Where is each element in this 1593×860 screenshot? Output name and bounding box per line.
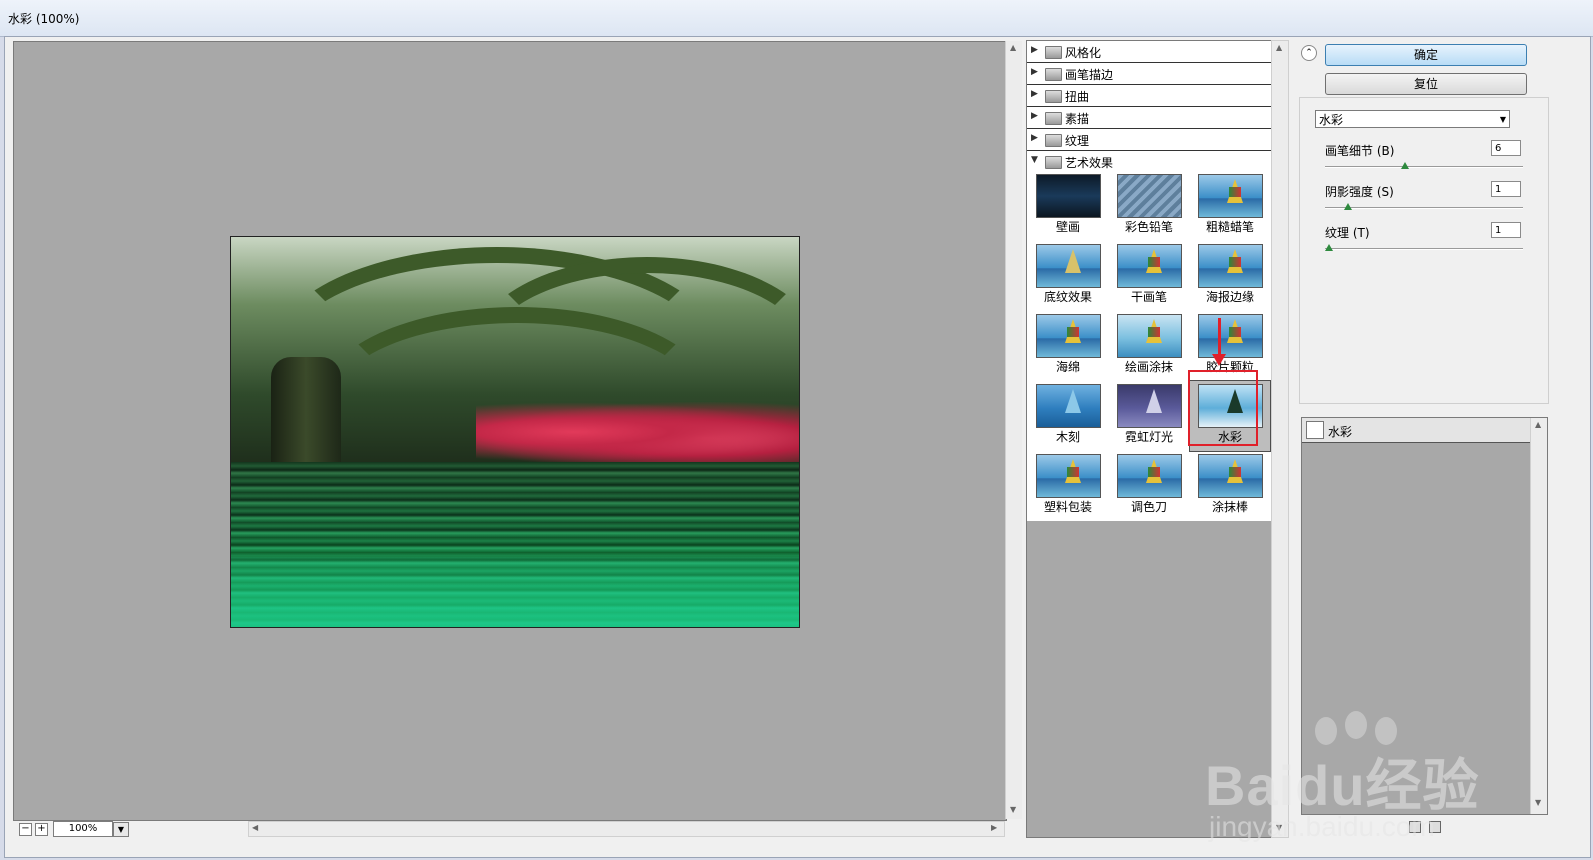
scroll-up-icon[interactable]: ▲ [1276,43,1282,52]
slider-knob[interactable] [1401,162,1409,169]
folder-icon [1045,112,1062,125]
visibility-icon[interactable] [1306,421,1324,439]
filter-neon-glow[interactable]: 霓虹灯光 [1109,381,1189,451]
folder-icon [1045,68,1062,81]
zoom-out-button[interactable]: − [19,823,32,836]
ok-button[interactable]: 确定 [1325,44,1527,66]
preview-horizontal-scrollbar[interactable]: ◀ ▶ [248,821,1005,837]
filter-plastic-wrap[interactable]: 塑料包装 [1028,451,1108,521]
category-artistic[interactable]: ▼ 艺术效果 [1027,151,1272,173]
filter-palette-knife[interactable]: 调色刀 [1109,451,1189,521]
window-title: 水彩 (100%) [8,12,80,26]
filter-sponge[interactable]: 海绵 [1028,311,1108,381]
folder-icon [1045,90,1062,103]
filter-smudge-stick[interactable]: 涂抹棒 [1190,451,1270,521]
filter-underpainting[interactable]: 底纹效果 [1028,241,1108,311]
filter-colored-pencil[interactable]: 彩色铅笔 [1109,171,1189,241]
collapse-triangle-icon[interactable]: ▼ [1031,155,1038,165]
filter-select[interactable]: 水彩 ▼ [1315,110,1510,128]
collapse-gallery-icon[interactable]: ⌃ [1301,45,1317,61]
scroll-up-icon[interactable]: ▲ [1010,43,1016,52]
effect-layer-label: 水彩 [1328,425,1353,439]
category-stylize[interactable]: ▶ 风格化 [1027,41,1272,63]
slider-track[interactable] [1325,248,1523,250]
filter-paint-daubs[interactable]: 绘画涂抹 [1109,311,1189,381]
zoom-level-field[interactable]: 100% [53,821,113,837]
param-texture: 纹理 (T) 1 [1325,222,1525,264]
expand-triangle-icon[interactable]: ▶ [1031,89,1038,99]
zoom-dropdown-icon[interactable]: ▼ [113,822,129,837]
zoom-bar: − + 100% ▼ ◀ ▶ [13,821,1005,837]
slider-knob[interactable] [1325,244,1333,251]
reset-button[interactable]: 复位 [1325,73,1527,95]
expand-triangle-icon[interactable]: ▶ [1031,45,1038,55]
param-value-input[interactable]: 1 [1491,181,1521,197]
slider-track[interactable] [1325,207,1523,209]
watermark-url: jingyan.baidu.com [1209,811,1435,842]
filter-poster-edges[interactable]: 海报边缘 [1190,241,1270,311]
scroll-up-icon[interactable]: ▲ [1535,420,1541,429]
expand-triangle-icon[interactable]: ▶ [1031,133,1038,143]
chevron-down-icon[interactable]: ▼ [1500,111,1506,129]
scroll-down-icon[interactable]: ▼ [1535,798,1541,807]
filter-cutout[interactable]: 木刻 [1028,381,1108,451]
baidu-watermark: Baidu经验 jingyan.baidu.com [1205,711,1505,857]
category-sketch[interactable]: ▶ 素描 [1027,107,1272,129]
filter-fresco[interactable]: 壁画 [1028,171,1108,241]
effect-layer-row[interactable]: 水彩 [1302,418,1530,443]
annotation-arrow-head [1212,354,1226,366]
watermark-text: Baidu经验 [1205,754,1480,817]
scroll-down-icon[interactable]: ▼ [1010,805,1016,814]
annotation-arrow [1218,318,1221,358]
preview-area[interactable] [13,41,1007,821]
param-brush-detail: 画笔细节 (B) 6 [1325,140,1525,182]
param-value-input[interactable]: 6 [1491,140,1521,156]
param-label: 阴影强度 (S) [1325,185,1394,199]
folder-open-icon [1045,156,1062,169]
category-brush-strokes[interactable]: ▶ 画笔描边 [1027,63,1272,85]
category-distort[interactable]: ▶ 扭曲 [1027,85,1272,107]
folder-icon [1045,134,1062,147]
param-shadow-intensity: 阴影强度 (S) 1 [1325,181,1525,223]
expand-triangle-icon[interactable]: ▶ [1031,111,1038,121]
param-value-input[interactable]: 1 [1491,222,1521,238]
zoom-in-button[interactable]: + [35,823,48,836]
title-bar: 水彩 (100%) [0,0,1593,37]
slider-knob[interactable] [1344,203,1352,210]
filter-dry-brush[interactable]: 干画笔 [1109,241,1189,311]
filter-select-value: 水彩 [1319,113,1344,127]
scroll-right-icon[interactable]: ▶ [991,823,997,832]
param-label: 纹理 (T) [1325,226,1370,240]
scroll-left-icon[interactable]: ◀ [252,823,258,832]
filter-rough-pastels[interactable]: 粗糙蜡笔 [1190,171,1270,241]
expand-triangle-icon[interactable]: ▶ [1031,67,1038,77]
preview-image [230,236,800,628]
filter-gallery-window: ▲ ▼ − + 100% ▼ ◀ ▶ ▶ 风格化 ▶ 画笔描边 ▶ 扭曲 ▶ 素… [4,36,1591,858]
param-label: 画笔细节 (B) [1325,144,1395,158]
layers-scrollbar[interactable]: ▲ ▼ [1530,418,1547,814]
preview-vertical-scrollbar[interactable]: ▲ ▼ [1005,41,1022,819]
category-texture[interactable]: ▶ 纹理 [1027,129,1272,151]
filter-thumbnail-grid: 壁画 彩色铅笔 粗糙蜡笔 底纹效果 干画笔 海报边缘 海绵 绘画涂抹 胶片颗粒 … [1027,171,1272,521]
folder-icon [1045,46,1062,59]
slider-track[interactable] [1325,166,1523,168]
annotation-highlight-box [1188,370,1258,446]
